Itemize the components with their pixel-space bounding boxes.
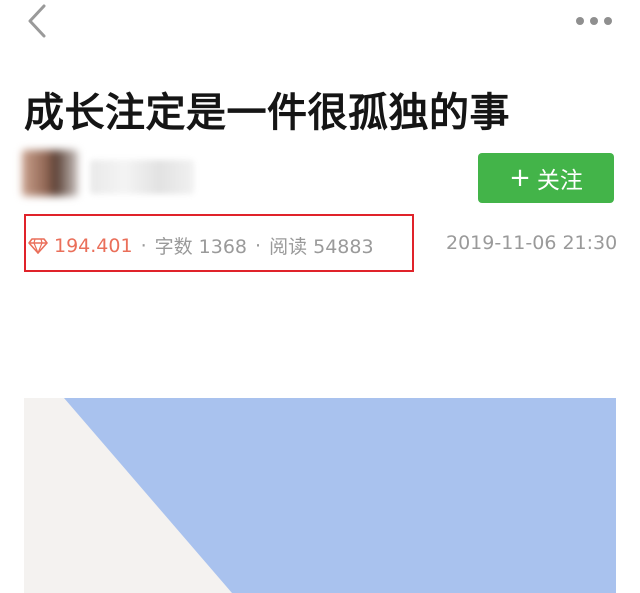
author-name[interactable]	[90, 160, 194, 194]
cover-image-graphic	[24, 398, 616, 593]
separator-dot: ·	[255, 234, 262, 257]
diamond-score: 194.401	[54, 234, 133, 257]
diamond-icon	[28, 237, 48, 254]
author-avatar[interactable]	[22, 150, 78, 196]
read-count: 阅读 54883	[269, 236, 374, 258]
cover-image[interactable]	[24, 398, 616, 593]
follow-button[interactable]: + 关注	[478, 153, 614, 203]
chevron-left-icon	[28, 4, 46, 38]
more-horizontal-icon	[576, 17, 612, 25]
plus-icon: +	[509, 163, 531, 193]
word-count: 字数 1368	[154, 236, 248, 258]
publish-time: 2019-11-06 21:30	[446, 232, 618, 254]
more-options-button[interactable]	[566, 6, 622, 36]
separator-dot: ·	[140, 234, 147, 257]
article-title: 成长注定是一件很孤独的事	[24, 90, 510, 136]
follow-button-label: 关注	[536, 168, 583, 194]
back-button[interactable]	[18, 2, 58, 42]
article-meta: 194.401 · 字数 1368 · 阅读 54883	[28, 232, 374, 259]
